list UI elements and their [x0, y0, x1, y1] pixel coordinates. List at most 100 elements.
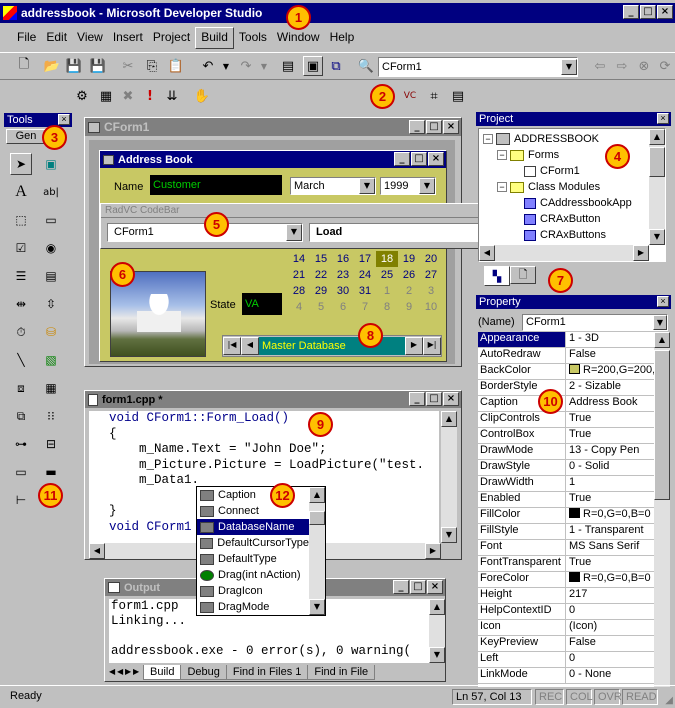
- tab-build[interactable]: Build: [143, 665, 182, 680]
- tabstrip-tool-icon[interactable]: ⧉: [10, 405, 32, 427]
- workspace-icon[interactable]: ▤: [278, 56, 298, 76]
- menu-tools[interactable]: Tools: [234, 27, 272, 49]
- chevron-down-icon[interactable]: ▼: [561, 59, 577, 75]
- property-value[interactable]: (Icon): [566, 620, 654, 635]
- property-row[interactable]: FontTransparent True: [478, 556, 654, 572]
- expand-toggle-icon[interactable]: −: [497, 150, 507, 160]
- menu-edit[interactable]: Edit: [41, 27, 72, 49]
- calendar-grid[interactable]: 14 15 16 17 18 19 20 21 22 23 24 25 26 27 28 29 30 31 1 2 3 4…: [288, 251, 442, 315]
- property-value[interactable]: False: [566, 348, 654, 363]
- scroll-up-icon[interactable]: ▲: [309, 487, 325, 503]
- scroll-thumb[interactable]: [309, 511, 325, 525]
- property-row[interactable]: LinkMode 0 - None: [478, 668, 654, 684]
- frame-tool-icon[interactable]: ⬚: [10, 209, 32, 231]
- data-tool-icon[interactable]: ⧈: [10, 377, 32, 399]
- calendar-day[interactable]: 27: [420, 267, 442, 283]
- codebar-tools-icon[interactable]: ⌗: [424, 86, 444, 106]
- calendar-day[interactable]: 29: [310, 283, 332, 299]
- object-selector-combo[interactable]: CForm1 ▼: [522, 313, 668, 331]
- property-value[interactable]: Address Book: [566, 396, 654, 411]
- scroll-down-icon[interactable]: ▼: [429, 647, 445, 663]
- codebar-title-bar[interactable]: RadVC CodeBar×: [101, 204, 507, 218]
- property-row[interactable]: DrawStyle 0 - Solid: [478, 460, 654, 476]
- property-value[interactable]: True: [566, 556, 654, 571]
- next-record-icon[interactable]: ▶: [405, 337, 423, 355]
- window-list-icon[interactable]: ⧉: [326, 56, 346, 76]
- save-all-icon[interactable]: 💾: [88, 56, 108, 76]
- picture-tool-icon[interactable]: ▣: [40, 153, 62, 175]
- property-row[interactable]: ClipControls True: [478, 412, 654, 428]
- property-row[interactable]: Caption Address Book: [478, 396, 654, 412]
- property-row[interactable]: KeyPreview False: [478, 636, 654, 652]
- combobox-tool-icon[interactable]: ☰: [10, 265, 32, 287]
- calendar-day[interactable]: 18: [376, 251, 398, 267]
- menu-window[interactable]: Window: [272, 27, 325, 49]
- data-navigator[interactable]: |◀ ◀ Master Database ▶ ▶|: [222, 335, 442, 357]
- compile-icon[interactable]: ⚙: [72, 86, 92, 106]
- property-row[interactable]: Enabled True: [478, 492, 654, 508]
- calendar-day[interactable]: 1: [376, 283, 398, 299]
- scroll-left-icon[interactable]: ◀: [479, 245, 495, 261]
- menu-help[interactable]: Help: [325, 27, 360, 49]
- line-tool-icon[interactable]: ╲: [10, 349, 32, 371]
- code-editor-title-bar[interactable]: form1.cpp * _ □ ×: [85, 391, 461, 408]
- scroll-right-icon[interactable]: ▶: [425, 543, 441, 559]
- checkbox-tool-icon[interactable]: ☑: [10, 237, 32, 259]
- calendar-day[interactable]: 30: [332, 283, 354, 299]
- state-textbox[interactable]: VA: [242, 293, 282, 315]
- property-row[interactable]: Appearance 1 - 3D: [478, 332, 654, 348]
- property-value[interactable]: 1: [566, 476, 654, 491]
- redo-dropdown-icon[interactable]: ▼: [254, 56, 274, 76]
- calendar-day[interactable]: 2: [398, 283, 420, 299]
- chevron-down-icon[interactable]: ▼: [653, 314, 667, 330]
- procedure-combo[interactable]: Load▼: [309, 223, 501, 242]
- property-row[interactable]: Icon (Icon): [478, 620, 654, 636]
- progressbar-tool-icon[interactable]: ▬: [40, 461, 62, 483]
- undo-dropdown-icon[interactable]: ▼: [216, 56, 236, 76]
- tree-item[interactable]: CRAxButton: [483, 211, 647, 227]
- property-row[interactable]: FillColor R=0,G=0,B=0: [478, 508, 654, 524]
- output-vscrollbar[interactable]: ▲ ▼: [429, 599, 445, 663]
- autocomplete-item[interactable]: Connect: [197, 503, 309, 519]
- scroll-up-icon[interactable]: ▲: [441, 411, 457, 427]
- slider-tool-icon[interactable]: ⊶: [10, 433, 32, 455]
- textbox-tool-icon[interactable]: ab|: [40, 181, 62, 203]
- redo-icon[interactable]: ↷: [236, 56, 256, 76]
- close-icon[interactable]: ×: [657, 5, 673, 19]
- property-row[interactable]: DrawMode 13 - Copy Pen: [478, 444, 654, 460]
- property-value[interactable]: R=0,G=0,B=0: [566, 572, 654, 587]
- address-book-form[interactable]: Address Book _ □ × Name Customer March ▼ 19…: [99, 150, 447, 362]
- property-row[interactable]: ControlBox True: [478, 428, 654, 444]
- autocomplete-vscrollbar[interactable]: ▲ ▼: [309, 487, 325, 615]
- calendar-day[interactable]: 17: [354, 251, 376, 267]
- menu-view[interactable]: View: [72, 27, 108, 49]
- build-icon[interactable]: ▦: [96, 86, 116, 106]
- scroll-thumb[interactable]: [649, 147, 665, 177]
- property-value[interactable]: 217: [566, 588, 654, 603]
- property-row[interactable]: FillStyle 1 - Transparent: [478, 524, 654, 540]
- month-combo[interactable]: March ▼: [290, 177, 376, 195]
- property-value[interactable]: True: [566, 412, 654, 427]
- codebar-options-icon[interactable]: ▤: [448, 86, 468, 106]
- chevron-down-icon[interactable]: ▼: [359, 178, 375, 194]
- autocomplete-item[interactable]: Drag(int nAction): [197, 567, 309, 583]
- minimize-icon[interactable]: _: [623, 5, 639, 19]
- close-icon[interactable]: ×: [428, 152, 444, 166]
- calendar-day[interactable]: 9: [398, 299, 420, 315]
- minimize-icon[interactable]: _: [394, 152, 410, 166]
- vscrollbar-tool-icon[interactable]: ⇳: [40, 293, 62, 315]
- scroll-right-icon[interactable]: ▶: [633, 245, 649, 261]
- menu-insert[interactable]: Insert: [108, 27, 148, 49]
- property-value[interactable]: 0 - Solid: [566, 460, 654, 475]
- calendar-day[interactable]: 31: [354, 283, 376, 299]
- close-icon[interactable]: ×: [443, 392, 459, 406]
- calendar-day[interactable]: 24: [354, 267, 376, 283]
- property-value[interactable]: R=200,G=200,: [566, 364, 654, 379]
- calendar-day[interactable]: 6: [332, 299, 354, 315]
- address-book-title-bar[interactable]: Address Book _ □ ×: [100, 151, 446, 168]
- tab-debug[interactable]: Debug: [180, 665, 227, 680]
- calendar-day[interactable]: 26: [398, 267, 420, 283]
- minimize-icon[interactable]: _: [393, 580, 409, 594]
- property-value[interactable]: 2 - Sizable: [566, 380, 654, 395]
- calendar-day[interactable]: 4: [288, 299, 310, 315]
